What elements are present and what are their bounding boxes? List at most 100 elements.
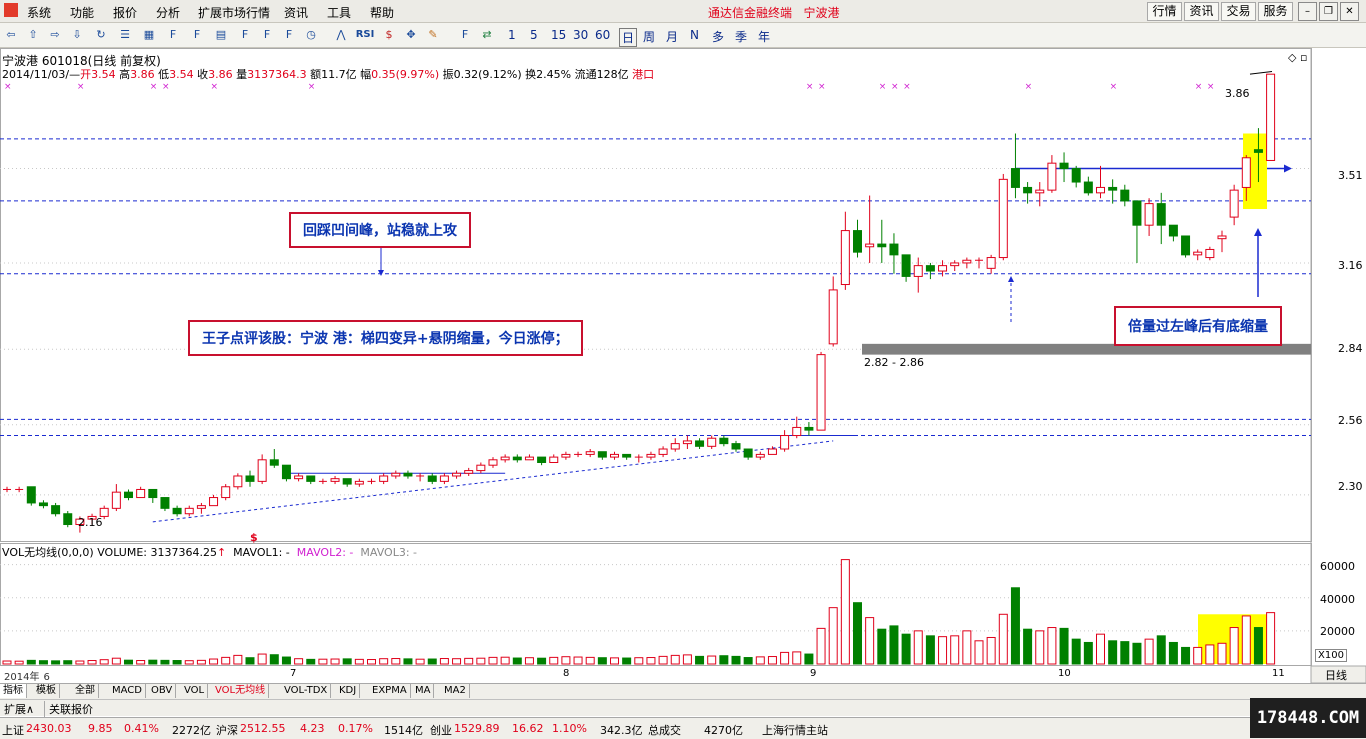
- indicator-tab-vol[interactable]: VOL: [181, 684, 209, 698]
- gap-label: 2.82 - 2.86: [864, 356, 924, 369]
- f10-doc-icon[interactable]: F: [188, 26, 206, 44]
- close-icon[interactable]: ✕: [1340, 2, 1359, 21]
- indicator-tab-模板[interactable]: 模板: [33, 684, 60, 698]
- indicator-tab-vol无均线[interactable]: VOL无均线: [212, 684, 270, 698]
- volume-bar: [196, 659, 206, 665]
- candle: [111, 484, 121, 512]
- top-button-info[interactable]: 资讯: [1184, 2, 1219, 21]
- refresh-icon[interactable]: ↻: [92, 26, 110, 44]
- period-week[interactable]: 周: [643, 28, 655, 45]
- restore-icon[interactable]: ❐: [1319, 2, 1338, 21]
- quote-close: 3.86: [208, 68, 233, 81]
- candle: [416, 473, 425, 482]
- list-icon[interactable]: ☰: [116, 26, 134, 44]
- volume-bar: [1096, 633, 1105, 665]
- minimize-icon[interactable]: –: [1298, 2, 1317, 21]
- menu-analysis[interactable]: 分析: [156, 4, 180, 21]
- volume-bar: [1023, 628, 1033, 665]
- related-quote[interactable]: 关联报价: [44, 701, 93, 717]
- candle-body: [439, 475, 449, 482]
- volume-bar: [1083, 641, 1093, 665]
- period-n[interactable]: N: [690, 28, 699, 42]
- volume-bar: [974, 640, 984, 665]
- period-label[interactable]: 日线: [1325, 667, 1347, 683]
- period-day[interactable]: 日: [619, 28, 638, 47]
- line-chart-icon[interactable]: ⋀: [332, 26, 350, 44]
- top-button-trade[interactable]: 交易: [1221, 2, 1256, 21]
- f2-icon[interactable]: F: [280, 26, 298, 44]
- extension-toggle[interactable]: 扩展∧: [4, 701, 34, 717]
- indicator-tab-指标[interactable]: 指标: [0, 684, 27, 698]
- period-60min[interactable]: 60: [595, 28, 610, 42]
- top-button-service[interactable]: 服务: [1258, 2, 1293, 21]
- report-icon[interactable]: ▤: [212, 26, 230, 44]
- candle: [221, 484, 231, 501]
- back-icon[interactable]: ⇦: [2, 26, 20, 44]
- switch-icon[interactable]: ⇄: [478, 26, 496, 44]
- indicator-tab-vol-tdx[interactable]: VOL-TDX: [281, 684, 332, 698]
- grid-icon[interactable]: ▦: [140, 26, 158, 44]
- period-1min[interactable]: 1: [508, 28, 516, 42]
- period-multi[interactable]: 多: [712, 28, 724, 45]
- menu-ext-market[interactable]: 扩展市场行情: [198, 4, 270, 21]
- rsi-icon[interactable]: RSI: [354, 26, 376, 44]
- indicator-tab-obv[interactable]: OBV: [148, 684, 177, 698]
- indicator-tab-全部[interactable]: 全部: [72, 684, 99, 698]
- period-5min[interactable]: 5: [530, 28, 538, 42]
- menu-info[interactable]: 资讯: [284, 4, 308, 21]
- menu-quote[interactable]: 报价: [113, 4, 137, 21]
- pencil-icon[interactable]: ✎: [424, 26, 442, 44]
- candle-body: [1120, 189, 1130, 202]
- period-month[interactable]: 月: [666, 28, 678, 45]
- menu-function[interactable]: 功能: [70, 4, 94, 21]
- candle-body: [464, 470, 474, 474]
- f10-icon[interactable]: F: [164, 26, 182, 44]
- indicator-tab-expma[interactable]: EXPMA: [369, 684, 411, 698]
- candle: [136, 486, 146, 499]
- panel-options-icon[interactable]: ◇ ▫: [1288, 51, 1307, 64]
- menu-help[interactable]: 帮助: [370, 4, 394, 21]
- finance-icon[interactable]: F: [236, 26, 254, 44]
- forward-icon[interactable]: ⇨: [46, 26, 64, 44]
- candle: [998, 173, 1008, 261]
- candle-body: [1010, 168, 1020, 188]
- period-quarter[interactable]: 季: [735, 28, 747, 45]
- up-icon[interactable]: ⇧: [24, 26, 42, 44]
- down-icon[interactable]: ⇩: [68, 26, 86, 44]
- volume-bar: [597, 657, 607, 665]
- top-button-quote[interactable]: 行情: [1147, 2, 1182, 21]
- sh-value: 2430.03: [26, 722, 72, 735]
- candle: [15, 486, 24, 493]
- candle-body: [767, 448, 777, 455]
- volume-bar: [269, 654, 279, 665]
- volume-bar: [913, 630, 923, 665]
- clock-icon[interactable]: ◷: [302, 26, 320, 44]
- sz-amount: 1514亿: [384, 724, 423, 737]
- site-watermark: 178448.COM: [1250, 698, 1366, 738]
- sz-change: 4.23: [300, 722, 325, 735]
- indicator-tab-kdj[interactable]: KDJ: [336, 684, 361, 698]
- fund-icon[interactable]: F: [258, 26, 276, 44]
- candlestick-chart[interactable]: × × × × × × × × × × × × × × × $: [0, 48, 1366, 684]
- candle-body: [597, 451, 607, 458]
- event-marker: ×: [77, 82, 85, 92]
- quote-high: 3.86: [130, 68, 155, 81]
- menu-system[interactable]: 系统: [27, 4, 51, 21]
- period-year[interactable]: 年: [758, 28, 770, 45]
- annotation-box-2: 王子点评该股：宁波 港：梯四变异+悬阴缩量，今日涨停；: [188, 320, 583, 356]
- app-logo-icon[interactable]: [4, 3, 18, 17]
- dollar-icon[interactable]: $: [380, 26, 398, 44]
- period-15min[interactable]: 15: [551, 28, 566, 42]
- candle: [1108, 179, 1118, 204]
- menu-tools[interactable]: 工具: [327, 4, 351, 21]
- move-icon[interactable]: ✥: [402, 26, 420, 44]
- indicator-tab-ma2[interactable]: MA2: [441, 684, 470, 698]
- annotation-box-1: 回踩凹间峰，站稳就上攻: [289, 212, 471, 248]
- f5-icon[interactable]: F: [456, 26, 474, 44]
- candle: [233, 473, 243, 490]
- period-30min[interactable]: 30: [573, 28, 588, 42]
- indicator-tab-ma[interactable]: MA: [412, 684, 435, 698]
- indicator-tab-macd[interactable]: MACD: [109, 684, 146, 698]
- candle: [1120, 184, 1130, 207]
- volume-bar: [26, 659, 36, 665]
